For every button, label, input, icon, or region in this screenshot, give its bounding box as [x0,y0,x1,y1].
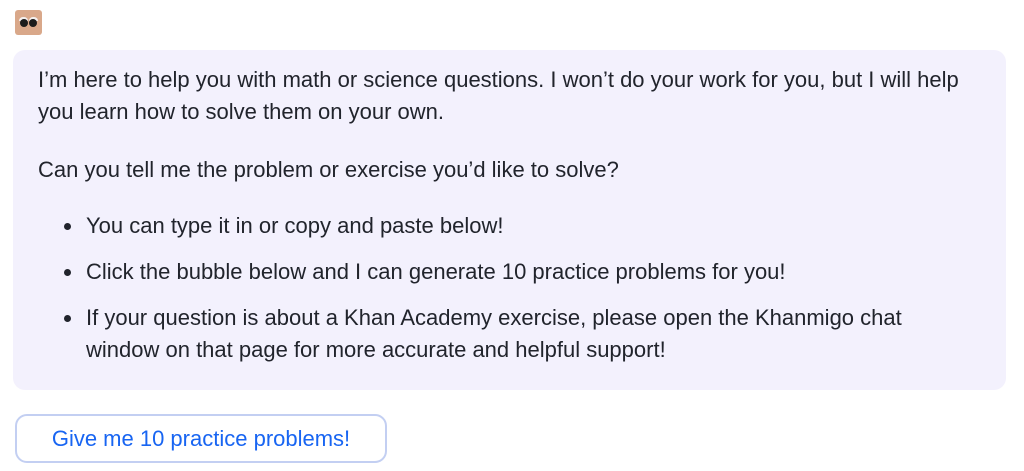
bullet-dot-icon [64,223,71,230]
practice-problems-button[interactable]: Give me 10 practice problems! [15,414,387,463]
list-item-text: Click the bubble below and I can generat… [86,259,786,284]
list-item: If your question is about a Khan Academy… [64,302,976,366]
assistant-message-bubble: I’m here to help you with math or scienc… [13,50,1006,390]
avatar-left-eye [20,19,28,27]
message-bullet-list: You can type it in or copy and paste bel… [38,210,976,366]
list-item: Click the bubble below and I can generat… [64,256,976,288]
bullet-dot-icon [64,269,71,276]
list-item-text: If your question is about a Khan Academy… [86,305,902,362]
list-item: You can type it in or copy and paste bel… [64,210,976,242]
bullet-dot-icon [64,315,71,322]
list-item-text: You can type it in or copy and paste bel… [86,213,504,238]
message-paragraph: Can you tell me the problem or exercise … [38,157,619,182]
khanmigo-avatar-icon [15,10,42,35]
message-paragraph: I’m here to help you with math or scienc… [38,67,959,124]
avatar-right-eye [29,19,37,27]
